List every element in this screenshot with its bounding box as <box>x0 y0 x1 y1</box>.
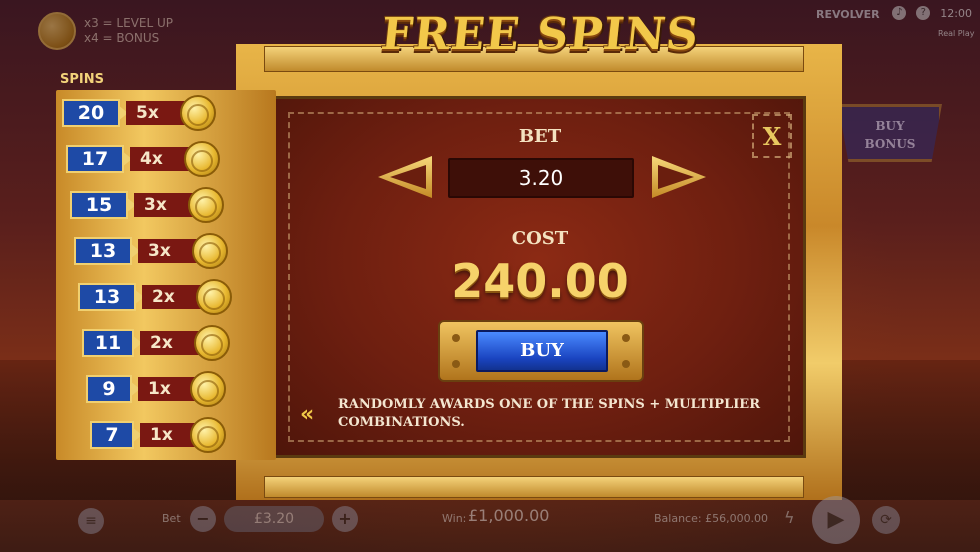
bet-value-bottom: £3.20 <box>224 506 324 532</box>
coin-icon <box>190 417 226 453</box>
bet-label-bottom: Bet <box>162 512 181 525</box>
bolt-icon <box>622 334 630 342</box>
description-text: RANDOMLY AWARDS ONE OF THE SPINS + MULTI… <box>338 397 761 430</box>
coin-icon <box>192 233 228 269</box>
buy-bonus-button[interactable]: BUY BONUS <box>838 104 942 162</box>
volume-icon[interactable]: ♪ <box>892 6 907 20</box>
spin-count: 20 <box>62 99 120 127</box>
coin-icon <box>38 12 76 50</box>
coin-icon <box>196 279 232 315</box>
bolt-icon <box>452 360 460 368</box>
spin-button[interactable]: ▶ <box>812 496 860 544</box>
spins-table: 20 5x 17 4x 15 3x 13 3x 13 2x 11 2x 9 1x <box>56 90 276 460</box>
spin-count: 11 <box>82 329 134 357</box>
spin-row: 7 1x <box>90 417 226 453</box>
free-spins-title: FREE SPINS <box>378 9 702 60</box>
buy-button[interactable]: BUY <box>476 330 608 372</box>
close-button[interactable]: X <box>752 114 792 158</box>
spin-row: 15 3x <box>70 187 224 223</box>
cost-label: COST <box>511 228 569 249</box>
spin-row: 17 4x <box>66 141 220 177</box>
level-info: x3 = LEVEL UP x4 = BONUS <box>38 12 173 50</box>
balance-text: Balance: £56,000.00 <box>654 512 769 525</box>
bet-plus-button[interactable]: + <box>332 506 358 532</box>
double-chevron-left-icon: « <box>300 402 315 427</box>
frame-bottom-bar <box>264 476 804 498</box>
bonus-text: x4 = BONUS <box>84 31 160 45</box>
level-info-text: x3 = LEVEL UP x4 = BONUS <box>84 16 173 46</box>
help-icon[interactable]: ? <box>916 6 931 20</box>
brand-logo: REVOLVER <box>816 8 880 21</box>
level-up-text: x3 = LEVEL UP <box>84 16 173 30</box>
bet-value-display: 3.20 <box>448 158 634 198</box>
bet-minus-button[interactable]: − <box>190 506 216 532</box>
win-value: £1,000.00 <box>468 506 550 525</box>
top-right-controls: ♪ ? 12:00 <box>892 6 972 20</box>
play-mode: Real Play <box>938 29 975 38</box>
spin-row: 11 2x <box>82 325 230 361</box>
buy-bonus-label-1: BUY <box>875 119 905 133</box>
spin-row: 13 3x <box>74 233 228 269</box>
spin-count: 17 <box>66 145 124 173</box>
spin-row: 9 1x <box>86 371 226 407</box>
autoplay-icon[interactable]: ⟳ <box>872 506 900 534</box>
coin-icon <box>190 371 226 407</box>
spin-row: 20 5x <box>62 95 216 131</box>
spin-count: 9 <box>86 375 132 403</box>
bottom-bar: ≡ Bet − £3.20 + Win: £1,000.00 Balance: … <box>72 496 908 544</box>
spin-count: 7 <box>90 421 134 449</box>
spins-header: SPINS <box>60 72 104 87</box>
menu-icon[interactable]: ≡ <box>78 508 104 534</box>
buy-bonus-label-2: BONUS <box>864 137 916 151</box>
coin-icon <box>194 325 230 361</box>
coin-icon <box>184 141 220 177</box>
cost-value: 240.00 <box>451 254 629 308</box>
clock-time: 12:00 <box>940 6 972 20</box>
coin-icon <box>180 95 216 131</box>
win-label: Win: <box>442 512 467 525</box>
bolt-icon <box>622 360 630 368</box>
turbo-icon[interactable]: ϟ <box>784 508 804 532</box>
spin-count: 13 <box>74 237 132 265</box>
spin-row: 13 2x <box>78 279 232 315</box>
bolt-icon <box>452 334 460 342</box>
bet-label: BET <box>518 126 562 147</box>
coin-icon <box>188 187 224 223</box>
spin-count: 15 <box>70 191 128 219</box>
spin-count: 13 <box>78 283 136 311</box>
